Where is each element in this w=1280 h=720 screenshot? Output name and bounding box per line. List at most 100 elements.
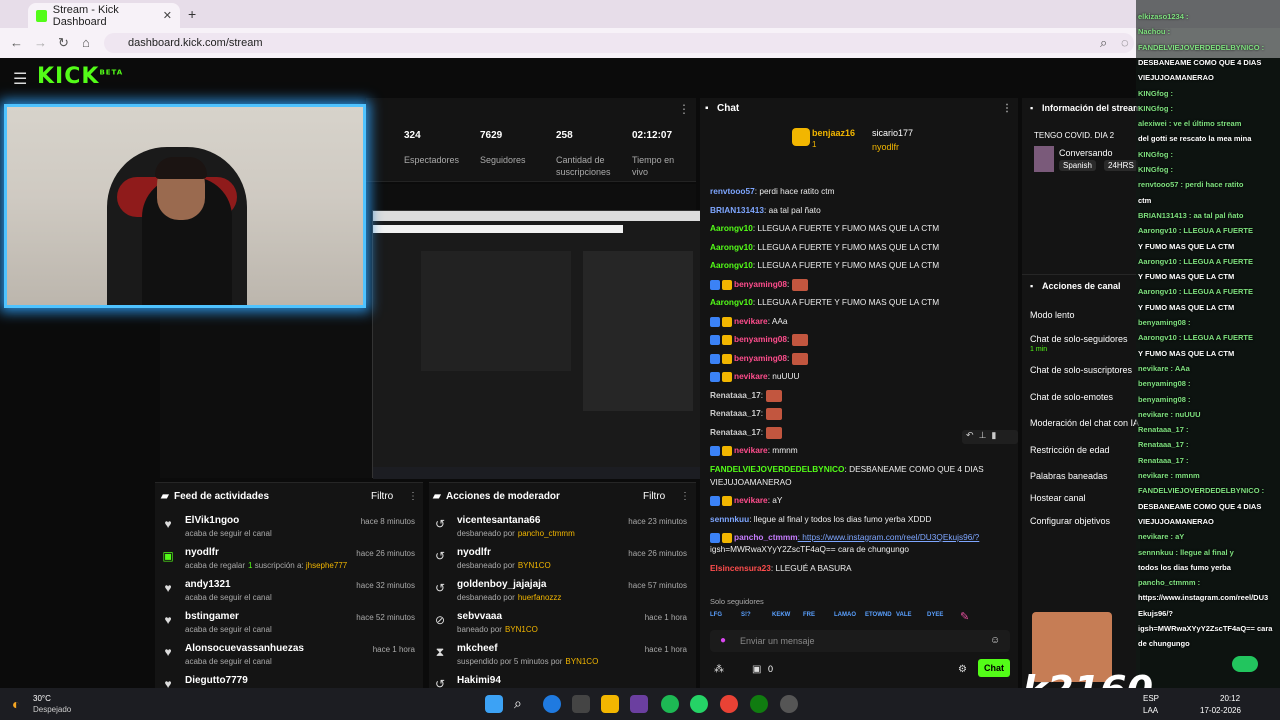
chat-username[interactable]: benyaming08: [734, 353, 787, 363]
obs-icon[interactable]: [780, 695, 798, 713]
chat-message[interactable]: Elsincensura23: LLEGUÉ A BASURA: [710, 563, 852, 573]
chat-message[interactable]: Renataaa_17:: [710, 408, 783, 420]
chat-username[interactable]: Aarongv10: [710, 223, 753, 233]
reload-icon[interactable]: ↻: [58, 35, 69, 51]
browser-tab[interactable]: Stream - Kick Dashboard ✕: [28, 3, 180, 28]
chat-username[interactable]: pancho_ctmmm: [734, 532, 798, 542]
settings-gear-icon[interactable]: ⚙: [958, 664, 967, 675]
activity-row[interactable]: ♥ ElVik1ngoo acaba de seguir el canal hace …: [164, 515, 415, 547]
chat-message[interactable]: Aarongv10: LLEGUA A FUERTE Y FUMO MAS QU…: [710, 260, 939, 270]
reply-icon[interactable]: ↶: [966, 430, 974, 440]
zoom-icon[interactable]: ⌕: [1100, 35, 1107, 51]
activity-username[interactable]: Diegutto7779: [185, 675, 415, 686]
back-icon[interactable]: ←: [10, 35, 23, 50]
chat-message[interactable]: nevikare: AAa: [710, 316, 788, 327]
chat-username[interactable]: Renataaa_17: [710, 390, 761, 400]
emote-button[interactable]: VALE: [896, 612, 912, 618]
activity-row[interactable]: ♥ bstingamer acaba de seguir el canal hace …: [164, 611, 415, 643]
mod-action-row[interactable]: ⧗ mkcheef suspendido por 5 minutos por BYN1…: [436, 643, 687, 675]
chrome-icon[interactable]: [720, 695, 738, 713]
chat-username[interactable]: BRIAN131413: [710, 205, 764, 215]
lang-label-2[interactable]: LAA: [1143, 706, 1158, 715]
lang-label[interactable]: ESP: [1143, 694, 1159, 703]
new-tab-icon[interactable]: +: [188, 6, 196, 22]
chat-message[interactable]: nevikare: nuUUU: [710, 371, 800, 382]
mod-more-icon[interactable]: ⋮: [680, 491, 690, 502]
mod-target-username[interactable]: Hakimi94: [457, 675, 687, 686]
chat-username[interactable]: FANDELVIEJOVERDEDELBYNICO: [710, 464, 844, 474]
chat-message[interactable]: pancho_ctmmm: https://www.instagram.com/…: [710, 532, 979, 543]
channel-action-item[interactable]: Moderación del chat con IA: [1030, 418, 1139, 428]
activity-row[interactable]: ▣ nyodlfr acaba de regalar 1 suscripción a:…: [162, 547, 415, 579]
channel-action-item[interactable]: Configurar objetivos: [1030, 516, 1110, 526]
whatsapp-icon[interactable]: [690, 695, 708, 713]
emote-picker-icon[interactable]: ✎: [960, 610, 969, 623]
mod-filter-button[interactable]: Filtro: [643, 491, 665, 502]
chat-username[interactable]: nevikare: [734, 316, 768, 326]
chat-username[interactable]: renvtooo57: [710, 186, 755, 196]
chat-input[interactable]: ● Enviar un mensaje ☺: [710, 630, 1010, 652]
channel-action-item[interactable]: Chat de solo-seguidores: [1030, 334, 1128, 344]
chat-message[interactable]: Renataaa_17:: [710, 390, 783, 402]
chat-message[interactable]: FANDELVIEJOVERDEDELBYNICO: DESBANEAME CO…: [710, 464, 984, 474]
chat-username[interactable]: Renataaa_17: [710, 427, 761, 437]
url-field[interactable]: dashboard.kick.com/stream: [104, 33, 1134, 53]
mod-action-row[interactable]: ⊘ sebvvaaa baneado por BYN1CO hace 1 hora: [435, 611, 687, 643]
category-name[interactable]: Conversando: [1059, 148, 1113, 158]
emote-button[interactable]: LFG: [710, 612, 722, 618]
top-gifter-2[interactable]: sicario177: [872, 128, 913, 138]
edge-icon[interactable]: [543, 695, 561, 713]
chat-username[interactable]: Aarongv10: [710, 297, 753, 307]
menu-icon[interactable]: ☰: [13, 69, 27, 89]
chat-username[interactable]: Aarongv10: [710, 242, 753, 252]
chat-message[interactable]: Aarongv10: LLEGUA A FUERTE Y FUMO MAS QU…: [710, 297, 939, 307]
emote-button[interactable]: ETOWND: [865, 612, 892, 618]
moderator-name[interactable]: BYN1CO: [518, 561, 551, 570]
top-gifter-1[interactable]: benjaaz16: [812, 128, 855, 138]
search-icon[interactable]: ⌕: [514, 695, 532, 713]
mod-action-row[interactable]: ↺ nyodlfr desbaneado por BYN1CO hace 26 minu…: [435, 547, 687, 579]
emote-button[interactable]: S!?: [741, 612, 751, 618]
chat-message[interactable]: benyaming08:: [710, 334, 809, 346]
gift-recipient[interactable]: jhsephe777: [306, 561, 347, 570]
chat-message[interactable]: renvtooo57: perdi hace ratito ctm: [710, 186, 835, 196]
pin-icon[interactable]: ⊥: [979, 430, 987, 440]
chat-message[interactable]: Aarongv10: LLEGUA A FUERTE Y FUMO MAS QU…: [710, 242, 939, 252]
channel-action-item[interactable]: Palabras baneadas: [1030, 471, 1108, 481]
store-icon[interactable]: [572, 695, 590, 713]
chat-username[interactable]: benyaming08: [734, 279, 787, 289]
clock-time[interactable]: 20:12: [1220, 694, 1240, 703]
chat-message[interactable]: sennnkuu: llegue al final y todos los di…: [710, 514, 931, 524]
emote-button[interactable]: LAMAO: [834, 612, 856, 618]
chat-message[interactable]: Renataaa_17:: [710, 427, 783, 439]
activity-row[interactable]: ♥ andy1321 acaba de seguir el canal hace 32…: [164, 579, 415, 611]
delete-icon[interactable]: ▮: [991, 430, 996, 440]
chat-message[interactable]: igsh=MWRwaXYyY2ZscTF4aQ== cara de chungu…: [710, 544, 909, 554]
activity-row[interactable]: ♥ Alonsocuevassanhuezas acaba de seguir el…: [164, 643, 415, 675]
channel-action-item[interactable]: Restricción de edad: [1030, 445, 1110, 455]
chat-username[interactable]: Renataaa_17: [710, 408, 761, 418]
mic-icon[interactable]: ●: [720, 635, 726, 646]
mod-action-row[interactable]: ↺ goldenboy_jajajaja desbaneado por huerfan…: [435, 579, 687, 611]
forward-icon[interactable]: →: [34, 35, 47, 50]
moderator-name[interactable]: huerfanozzz: [518, 593, 562, 602]
chat-message[interactable]: nevikare: mmnm: [710, 445, 798, 456]
emote-button[interactable]: DYEE: [927, 612, 943, 618]
gift-icon[interactable]: ▣: [752, 664, 761, 675]
chat-username[interactable]: sennnkuu: [710, 514, 749, 524]
moderator-name[interactable]: pancho_ctmmm: [518, 529, 575, 538]
mod-action-row[interactable]: ↺ vicentesantana66 desbaneado por pancho_ct…: [435, 515, 687, 547]
close-tab-icon[interactable]: ✕: [163, 9, 172, 22]
eye-off-icon[interactable]: ◌: [1121, 35, 1129, 50]
channel-action-item[interactable]: Chat de solo-emotes: [1030, 392, 1113, 402]
chat-username[interactable]: Aarongv10: [710, 260, 753, 270]
top-gifter-3[interactable]: nyodlfr: [872, 142, 899, 152]
explorer-icon[interactable]: [601, 695, 619, 713]
activity-filter-button[interactable]: Filtro: [371, 491, 393, 502]
xbox-icon[interactable]: [750, 695, 768, 713]
emote-button[interactable]: FRE: [803, 612, 815, 618]
chat-username[interactable]: nevikare: [734, 371, 768, 381]
chat-username[interactable]: nevikare: [734, 495, 768, 505]
start-icon[interactable]: [485, 695, 503, 713]
stats-more-icon[interactable]: ⋮: [678, 102, 690, 116]
